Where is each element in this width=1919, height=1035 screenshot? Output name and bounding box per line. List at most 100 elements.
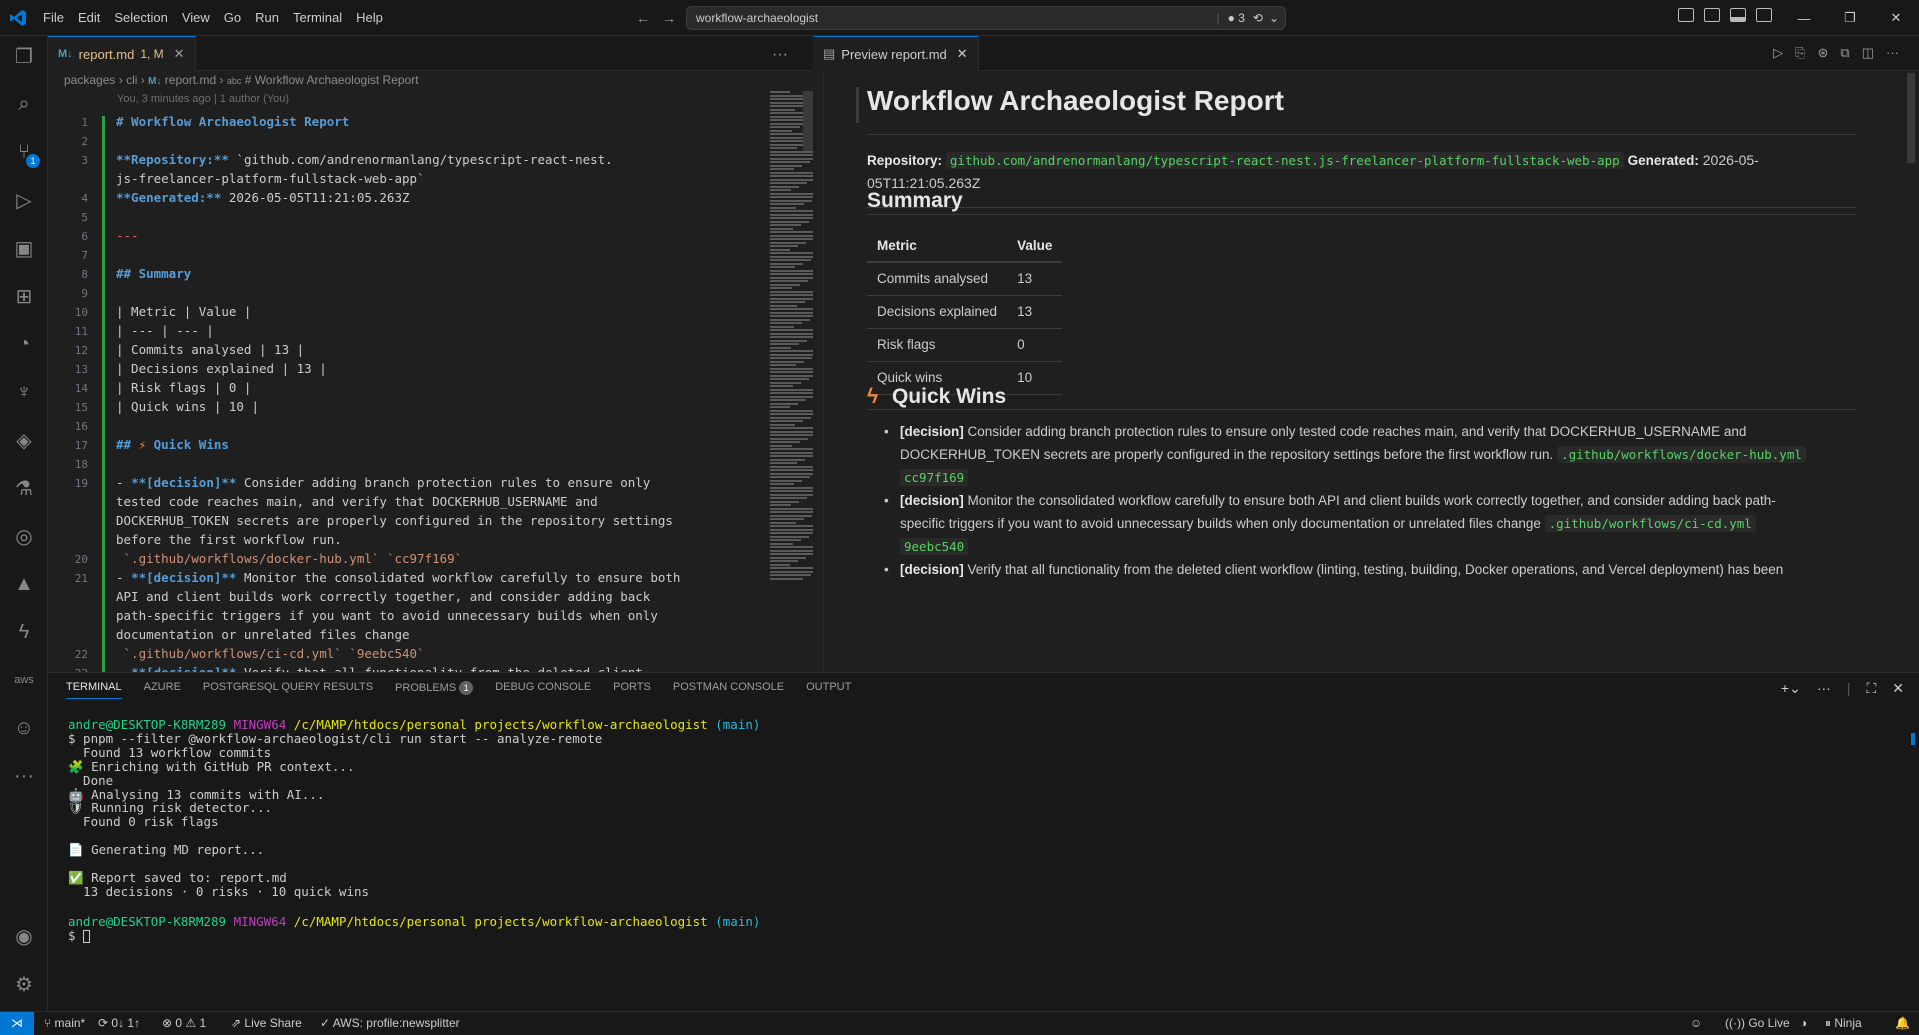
breadcrumb-item[interactable]: report.md: [165, 73, 216, 87]
code-line[interactable]: - **[decision]** Verify that all functio…: [116, 665, 643, 672]
code-line[interactable]: ## Summary: [116, 266, 191, 281]
code-line[interactable]: | Quick wins | 10 |: [116, 399, 259, 414]
code-line[interactable]: | Metric | Value |: [116, 304, 251, 319]
run-debug-icon[interactable]: ▷: [10, 186, 38, 214]
panel-tab-debug-console[interactable]: DEBUG CONSOLE: [495, 681, 591, 699]
close-tab-icon[interactable]: ✕: [174, 46, 185, 62]
toggle-secondary-sidebar-icon[interactable]: [1756, 8, 1772, 22]
back-icon[interactable]: ←: [636, 10, 650, 26]
panel-tab-output[interactable]: OUTPUT: [806, 681, 851, 699]
panel-tab-ports[interactable]: PORTS: [613, 681, 651, 699]
notifications-icon[interactable]: 🔔: [1895, 1016, 1910, 1030]
aws-status[interactable]: ✓ AWS: profile:newsplitter: [320, 1016, 460, 1030]
golive-status[interactable]: ((·)) Go Live: [1725, 1016, 1790, 1030]
code-line[interactable]: js-freelancer-platform-fullstack-web-app…: [116, 171, 425, 186]
breadcrumb-item[interactable]: packages: [64, 73, 115, 87]
menu-item-selection[interactable]: Selection: [107, 0, 174, 36]
minimap[interactable]: [764, 91, 813, 611]
breadcrumb-item[interactable]: cli: [126, 73, 137, 87]
sync-status[interactable]: ⟳ 0↓ 1↑: [98, 1016, 140, 1030]
code-line[interactable]: | Risk flags | 0 |: [116, 380, 251, 395]
code-line[interactable]: - **[decision]** Consider adding branch …: [116, 475, 650, 490]
chevron-down-icon[interactable]: ⌄: [1269, 11, 1279, 25]
menu-item-file[interactable]: File: [36, 0, 71, 36]
code-line[interactable]: ## ⚡ Quick Wins: [116, 437, 229, 452]
postgres-icon[interactable]: ♆: [10, 378, 38, 406]
toggle-panel-icon[interactable]: [1730, 8, 1746, 22]
code-line[interactable]: path-specific triggers if you want to av…: [116, 608, 658, 623]
close-tab-icon[interactable]: ✕: [957, 46, 968, 62]
code-line[interactable]: `.github/workflows/docker-hub.yml` `cc97…: [116, 551, 463, 566]
copilot-icon[interactable]: ⟲: [1253, 11, 1263, 25]
code-line[interactable]: documentation or unrelated files change: [116, 627, 410, 642]
minimize-icon[interactable]: —: [1781, 11, 1827, 26]
customize-layout-icon[interactable]: [1678, 8, 1694, 22]
source-control-icon[interactable]: ⑂ 1: [10, 138, 40, 168]
code-line[interactable]: **Repository:** `github.com/andrenormanl…: [116, 152, 613, 167]
panel-tab-azure[interactable]: AZURE: [144, 681, 181, 699]
database-icon[interactable]: ▣: [10, 234, 38, 262]
terminal-input-prompt[interactable]: $: [68, 928, 91, 944]
search-input[interactable]: workflow-archaeologist: [696, 11, 818, 25]
testing-icon[interactable]: ⚗: [10, 474, 38, 502]
account-icon[interactable]: ◉: [10, 922, 38, 950]
thunder-client-icon[interactable]: ϟ: [10, 618, 38, 646]
code-line[interactable]: | Decisions explained | 13 |: [116, 361, 327, 376]
code-line[interactable]: # Workflow Archaeologist Report: [116, 114, 349, 129]
docker-icon[interactable]: ◎: [10, 522, 38, 550]
branch-switch-icon[interactable]: ◑: [1800, 1016, 1807, 1030]
run-icon[interactable]: ▷: [1773, 45, 1783, 61]
python-icon[interactable]: ◈: [10, 426, 38, 454]
tab-preview-report-md[interactable]: ▤ Preview report.md ✕: [813, 36, 979, 71]
git-blame-codelens[interactable]: You, 3 minutes ago | 1 author (You): [117, 93, 289, 105]
branch-status[interactable]: ⑂ main*: [44, 1016, 85, 1030]
gear-icon[interactable]: ⚙: [10, 970, 38, 998]
search-icon[interactable]: ⌕: [10, 90, 38, 118]
code-line[interactable]: ---: [116, 228, 139, 243]
command-center-search[interactable]: workflow-archaeologist | ● 3 ⟲ ⌄: [686, 6, 1286, 30]
restore-icon[interactable]: ❐: [1827, 10, 1873, 26]
menu-item-view[interactable]: View: [175, 0, 217, 36]
copilot-chat-icon[interactable]: ☺: [10, 714, 38, 742]
code-line[interactable]: API and client builds work correctly tog…: [116, 589, 650, 604]
copilot-icon[interactable]: ⊛: [1818, 45, 1829, 61]
code-line[interactable]: - **[decision]** Monitor the consolidate…: [116, 570, 680, 585]
code-line[interactable]: tested code reaches main, and verify tha…: [116, 494, 598, 509]
menu-item-run[interactable]: Run: [248, 0, 286, 36]
preview-scrollbar[interactable]: [1907, 73, 1915, 163]
panel-tab-postgresql-query-results[interactable]: POSTGRESQL QUERY RESULTS: [203, 681, 373, 699]
markdown-editor[interactable]: packages › cli › M↓ report.md › abc # Wo…: [48, 71, 813, 672]
open-source-icon[interactable]: ⎘: [1795, 45, 1805, 61]
tab-report-md[interactable]: M↓ report.md 1, M ✕: [48, 36, 196, 71]
copilot-status-icon[interactable]: ☺: [1690, 1016, 1702, 1030]
close-panel-icon[interactable]: ✕: [1892, 680, 1904, 697]
liveshare-status[interactable]: ⇗ Live Share: [231, 1016, 302, 1030]
menu-item-terminal[interactable]: Terminal: [286, 0, 349, 36]
close-window-icon[interactable]: ✕: [1873, 10, 1919, 26]
new-terminal-icon[interactable]: +⌄: [1781, 680, 1801, 697]
ninja-status[interactable]: ⏸ Ninja: [1825, 1016, 1862, 1031]
code-line[interactable]: `.github/workflows/ci-cd.yml` `9eebc540`: [116, 646, 425, 661]
copilot-indicator[interactable]: ● 3: [1228, 11, 1245, 25]
problems-status[interactable]: ⊗ 0 ⚠ 1: [162, 1016, 206, 1030]
panel-tab-postman-console[interactable]: POSTMAN CONSOLE: [673, 681, 784, 699]
code-line[interactable]: before the first workflow run.: [116, 532, 342, 547]
code-line[interactable]: **Generated:** 2026-05-05T11:21:05.263Z: [116, 190, 410, 205]
panel-tab-terminal[interactable]: TERMINAL: [66, 681, 122, 699]
menu-item-edit[interactable]: Edit: [71, 0, 107, 36]
split-editor-icon[interactable]: ◫: [1862, 45, 1874, 61]
code-line[interactable]: DOCKERHUB_TOKEN secrets are properly con…: [116, 513, 673, 528]
forward-icon[interactable]: →: [662, 10, 676, 26]
maximize-panel-icon[interactable]: ⛶: [1866, 680, 1876, 697]
remote-indicator-icon[interactable]: ⋊: [0, 1012, 34, 1035]
breadcrumb-item[interactable]: # Workflow Archaeologist Report: [245, 73, 419, 87]
more-actions-icon[interactable]: ···: [1817, 680, 1831, 697]
menu-item-help[interactable]: Help: [349, 0, 390, 36]
copy-icon[interactable]: ⧉: [1840, 45, 1849, 61]
aws-icon[interactable]: aws: [10, 666, 38, 694]
remote-explorer-icon[interactable]: ◔: [10, 330, 38, 358]
code-line[interactable]: | Commits analysed | 13 |: [116, 342, 304, 357]
editor-scrollbar[interactable]: [803, 91, 813, 151]
code-line[interactable]: | --- | --- |: [116, 323, 214, 338]
extensions-icon[interactable]: ⊞: [10, 282, 38, 310]
